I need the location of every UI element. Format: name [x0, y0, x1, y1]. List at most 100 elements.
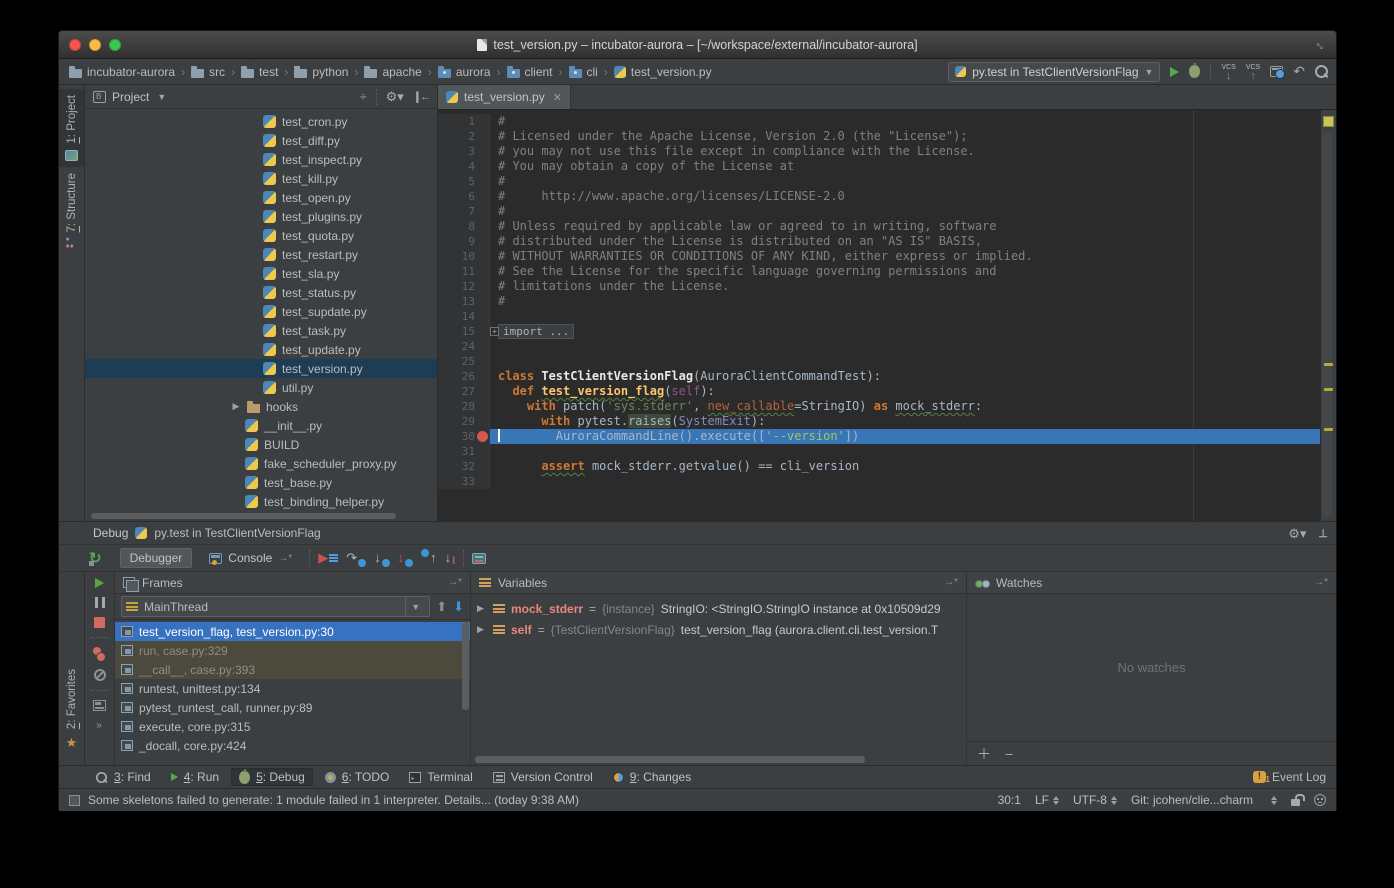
code-line[interactable]: 30 AuroraCommandLine().execute(['--versi…: [438, 429, 1320, 444]
gutter-line-number[interactable]: 10: [438, 249, 490, 264]
hide-panel-icon[interactable]: ❙←: [413, 90, 429, 103]
expand-arrow-icon[interactable]: ▶: [477, 603, 487, 614]
sort-arrows-icon[interactable]: [1271, 796, 1277, 805]
gutter-line-number[interactable]: 30: [438, 429, 490, 444]
sidebar-tab-structure[interactable]: 7: Structure: [59, 167, 84, 256]
code-line[interactable]: 1#: [438, 114, 1320, 129]
gutter-line-number[interactable]: 3: [438, 144, 490, 159]
stack-frame-row[interactable]: test_version_flag, test_version.py:30: [115, 622, 470, 641]
show-execution-point-icon[interactable]: ▶: [318, 549, 338, 567]
gear-icon[interactable]: ⚙▾: [1288, 527, 1306, 540]
code-text[interactable]: [490, 309, 1320, 324]
tree-item[interactable]: test_base.py: [85, 473, 437, 492]
gutter-line-number[interactable]: 14: [438, 309, 490, 324]
next-frame-button[interactable]: ⬇: [453, 599, 464, 615]
code-text[interactable]: class TestClientVersionFlag(AuroraClient…: [490, 369, 1320, 384]
resume-icon[interactable]: [95, 578, 104, 588]
gutter-line-number[interactable]: 33: [438, 474, 490, 489]
tree-item[interactable]: test_restart.py: [85, 245, 437, 264]
code-line[interactable]: 33: [438, 474, 1320, 489]
gutter-line-number[interactable]: 9: [438, 234, 490, 249]
breadcrumb-item[interactable]: src: [191, 65, 225, 79]
tree-item[interactable]: util.py: [85, 378, 437, 397]
gutter-line-number[interactable]: 28: [438, 399, 490, 414]
toolwindow-button-todo[interactable]: 6: TODO: [317, 768, 398, 786]
code-text[interactable]: #: [490, 204, 1320, 219]
tree-item[interactable]: BUILD: [85, 435, 437, 454]
inspection-status-icon[interactable]: [1323, 116, 1334, 127]
gutter-line-number[interactable]: 1: [438, 114, 490, 129]
gutter-line-number[interactable]: 4: [438, 159, 490, 174]
code-line[interactable]: 2# Licensed under the Apache License, Ve…: [438, 129, 1320, 144]
code-text[interactable]: assert mock_stderr.getvalue() == cli_ver…: [490, 459, 1320, 474]
code-line[interactable]: 6# http://www.apache.org/licenses/LICENS…: [438, 189, 1320, 204]
run-configuration-select[interactable]: py.test in TestClientVersionFlag ▼: [948, 62, 1160, 82]
tree-item[interactable]: test_inspect.py: [85, 150, 437, 169]
tree-item[interactable]: fake_scheduler_proxy.py: [85, 454, 437, 473]
code-text[interactable]: # limitations under the License.: [490, 279, 1320, 294]
gutter-line-number[interactable]: 26: [438, 369, 490, 384]
breadcrumb-item[interactable]: incubator-aurora: [69, 65, 175, 79]
code-line[interactable]: 15+import ...: [438, 324, 1320, 339]
code-text[interactable]: [490, 444, 1320, 459]
code-line[interactable]: 25: [438, 354, 1320, 369]
code-text[interactable]: #: [490, 174, 1320, 189]
step-into-icon[interactable]: ↓: [374, 549, 390, 567]
frames-scrollbar[interactable]: [462, 622, 469, 710]
lock-icon[interactable]: [1291, 799, 1300, 806]
code-text[interactable]: # WITHOUT WARRANTIES OR CONDITIONS OF AN…: [490, 249, 1320, 264]
expand-arrow-icon[interactable]: ▶: [477, 624, 487, 635]
code-text[interactable]: # Unless required by applicable law or a…: [490, 219, 1320, 234]
code-line[interactable]: 13#: [438, 294, 1320, 309]
code-line[interactable]: 8# Unless required by applicable law or …: [438, 219, 1320, 234]
code-text[interactable]: # distributed under the License is distr…: [490, 234, 1320, 249]
previous-frame-button[interactable]: ⬆: [436, 599, 447, 615]
code-text[interactable]: # you may not use this file except in co…: [490, 144, 1320, 159]
gutter-line-number[interactable]: 7: [438, 204, 490, 219]
gear-icon[interactable]: ⚙▾: [386, 90, 404, 103]
debug-button[interactable]: [1189, 65, 1200, 78]
code-text[interactable]: AuroraCommandLine().execute(['--version'…: [490, 429, 1320, 444]
gutter-line-number[interactable]: 24: [438, 339, 490, 354]
code-line[interactable]: 27 def test_version_flag(self):: [438, 384, 1320, 399]
gutter-line-number[interactable]: 12: [438, 279, 490, 294]
code-line[interactable]: 3# you may not use this file except in c…: [438, 144, 1320, 159]
gutter-line-number[interactable]: 32: [438, 459, 490, 474]
encoding-widget[interactable]: UTF-8: [1073, 793, 1117, 807]
toolwindow-button-find[interactable]: 3: Find: [87, 768, 159, 786]
more-icon[interactable]: »: [96, 720, 103, 731]
code-line[interactable]: 11# See the License for the specific lan…: [438, 264, 1320, 279]
show-changes-button[interactable]: [1270, 66, 1283, 77]
expand-arrow-icon[interactable]: ▶: [231, 401, 241, 412]
tree-item[interactable]: __init__.py: [85, 416, 437, 435]
restore-layout-icon[interactable]: [93, 700, 106, 711]
warning-stripe-mark[interactable]: [1324, 428, 1333, 431]
code-line[interactable]: 4# You may obtain a copy of the License …: [438, 159, 1320, 174]
evaluate-expression-icon[interactable]: [472, 553, 486, 564]
code-line[interactable]: 10# WITHOUT WARRANTIES OR CONDITIONS OF …: [438, 249, 1320, 264]
undo-icon[interactable]: ↶: [1293, 63, 1305, 80]
code-text[interactable]: [490, 354, 1320, 369]
variables-scrollbar[interactable]: [475, 756, 865, 763]
toolwindow-button-run[interactable]: 4: Run: [163, 768, 227, 786]
code-line[interactable]: 7#: [438, 204, 1320, 219]
code-text[interactable]: import ...: [490, 324, 1320, 339]
step-out-icon[interactable]: ↑: [421, 549, 437, 567]
line-separator-widget[interactable]: LF: [1035, 793, 1059, 807]
force-step-into-icon[interactable]: ↓: [398, 549, 414, 567]
gutter-line-number[interactable]: 25: [438, 354, 490, 369]
tree-item[interactable]: test_quota.py: [85, 226, 437, 245]
tree-item[interactable]: test_sla.py: [85, 264, 437, 283]
pause-icon[interactable]: [95, 597, 105, 608]
gutter-line-number[interactable]: 29: [438, 414, 490, 429]
inspector-icon[interactable]: [1314, 794, 1326, 806]
caret-position[interactable]: 30:1: [998, 793, 1021, 807]
stop-icon[interactable]: [94, 617, 105, 628]
stack-frame-row[interactable]: run, case.py:329: [115, 641, 470, 660]
gutter-line-number[interactable]: 8: [438, 219, 490, 234]
git-branch-widget[interactable]: Git: jcohen/clie...charm: [1131, 793, 1253, 807]
breadcrumb-item[interactable]: test: [241, 65, 278, 79]
code-text[interactable]: with pytest.raises(SystemExit):: [490, 414, 1320, 429]
tree-item[interactable]: test_open.py: [85, 188, 437, 207]
toolwindow-button-terminal[interactable]: Terminal: [401, 768, 480, 786]
